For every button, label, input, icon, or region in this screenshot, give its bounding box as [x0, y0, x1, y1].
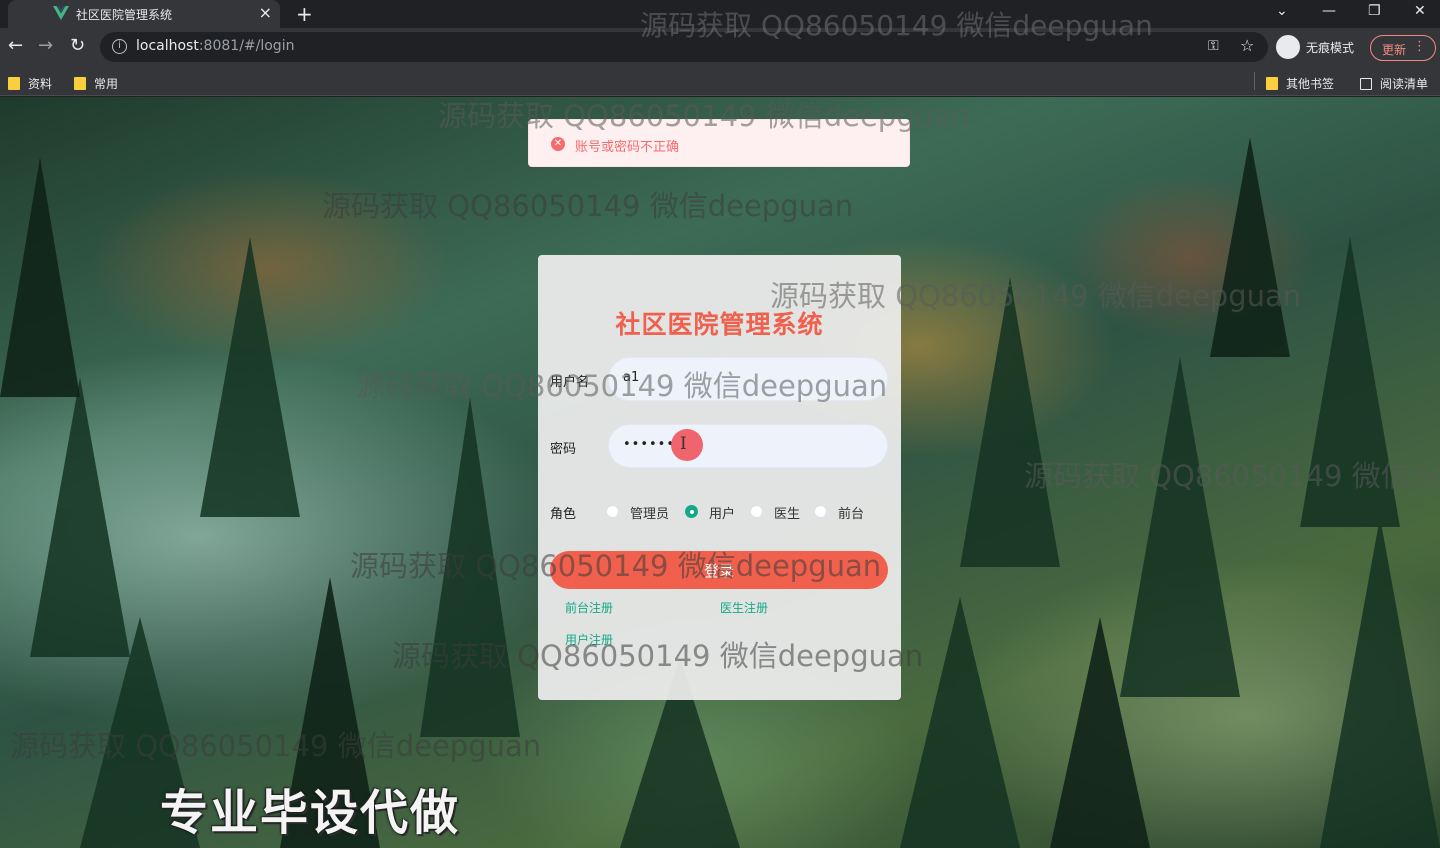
- role-radio-user[interactable]: [685, 505, 698, 518]
- role-radio-reception[interactable]: [814, 505, 827, 518]
- page-background: ✕ 账号或密码不正确 社区医院管理系统 用户名 a1 密码 •••••• I 角…: [0, 97, 1440, 848]
- new-tab-button[interactable]: +: [296, 2, 313, 26]
- watermark: 源码获取 QQ86050149 微信deepguan: [356, 369, 888, 403]
- password-value: ••••••: [623, 437, 676, 452]
- bookmark-folder-other[interactable]: 其他书签: [1266, 73, 1334, 91]
- doctor-register-link[interactable]: 医生注册: [720, 599, 768, 616]
- role-radio-doctor[interactable]: [750, 505, 763, 518]
- watermark: 源码获取 QQ86050149 微信deepguan: [438, 99, 970, 133]
- tab-close-icon[interactable]: ×: [259, 4, 272, 22]
- incognito-label: 无痕模式: [1306, 41, 1355, 55]
- update-label: 更新: [1382, 43, 1407, 57]
- role-label: 角色: [550, 507, 577, 522]
- minimize-icon[interactable]: —: [1322, 3, 1336, 19]
- vue-favicon-icon: [53, 6, 69, 20]
- incognito-indicator[interactable]: 无痕模式: [1276, 34, 1362, 60]
- update-button[interactable]: 更新 ⋮: [1370, 35, 1436, 61]
- watermark: 源码获取 QQ86050149 微信deepguan: [392, 639, 924, 673]
- folder-icon: [8, 77, 20, 90]
- watermark: 源码获取 QQ86050149 微信deepguan: [770, 279, 1302, 313]
- role-label-admin[interactable]: 管理员: [630, 503, 669, 522]
- role-label-user[interactable]: 用户: [709, 503, 735, 522]
- incognito-icon: [1276, 35, 1300, 59]
- bookmark-folder-ziliao[interactable]: 资料: [8, 73, 52, 91]
- tab-title: 社区医院管理系统: [76, 8, 173, 22]
- watermark: 源码获取 QQ86050149 微信deepguan: [10, 729, 542, 763]
- site-info-icon[interactable]: i: [112, 39, 127, 54]
- password-input[interactable]: ••••••: [608, 424, 888, 468]
- close-window-icon[interactable]: ✕: [1414, 3, 1426, 19]
- promo-banner-text: 专业毕设代做: [160, 785, 461, 841]
- reading-list[interactable]: 阅读清单: [1360, 73, 1428, 91]
- click-indicator: [671, 429, 703, 461]
- error-message-text: 账号或密码不正确: [575, 140, 680, 155]
- folder-icon: [74, 77, 86, 90]
- watermark: 源码获取 QQ86050149 微信deepguan: [350, 549, 882, 583]
- tab-search-icon[interactable]: ⌄: [1276, 3, 1288, 19]
- bookmark-star-icon[interactable]: ☆: [1240, 36, 1254, 55]
- error-circle-icon: ✕: [551, 137, 565, 151]
- bookmark-folder-changyong[interactable]: 常用: [74, 73, 118, 91]
- browser-tab[interactable]: 社区医院管理系统 ×: [8, 0, 280, 28]
- password-label: 密码: [550, 442, 577, 457]
- reload-icon[interactable]: ↻: [70, 36, 85, 56]
- url-text[interactable]: localhost:8081/#/login: [136, 38, 294, 54]
- password-key-icon[interactable]: ⚿: [1208, 38, 1219, 54]
- reading-list-icon: [1360, 78, 1372, 90]
- watermark: 源码获取 QQ86050149 微信deepguan: [322, 189, 854, 223]
- role-radio-admin[interactable]: [606, 505, 619, 518]
- reception-register-link[interactable]: 前台注册: [565, 599, 613, 616]
- back-icon[interactable]: ←: [8, 36, 23, 56]
- menu-dots-icon: ⋮: [1413, 39, 1426, 54]
- forward-icon[interactable]: →: [38, 36, 53, 56]
- bookmarks-divider: [1254, 72, 1255, 90]
- text-cursor-icon: I: [680, 434, 687, 454]
- role-label-doctor[interactable]: 医生: [774, 503, 800, 522]
- bookmarks-bar: 资料 常用 其他书签 阅读清单: [0, 66, 1440, 96]
- watermark: 源码获取 QQ86050149 微信deepguan: [640, 9, 1153, 42]
- restore-icon[interactable]: ❐: [1368, 3, 1381, 19]
- watermark: 源码获取 QQ86050149 微信deepguan: [1024, 459, 1440, 493]
- folder-icon: [1266, 77, 1278, 90]
- role-label-reception[interactable]: 前台: [838, 503, 864, 522]
